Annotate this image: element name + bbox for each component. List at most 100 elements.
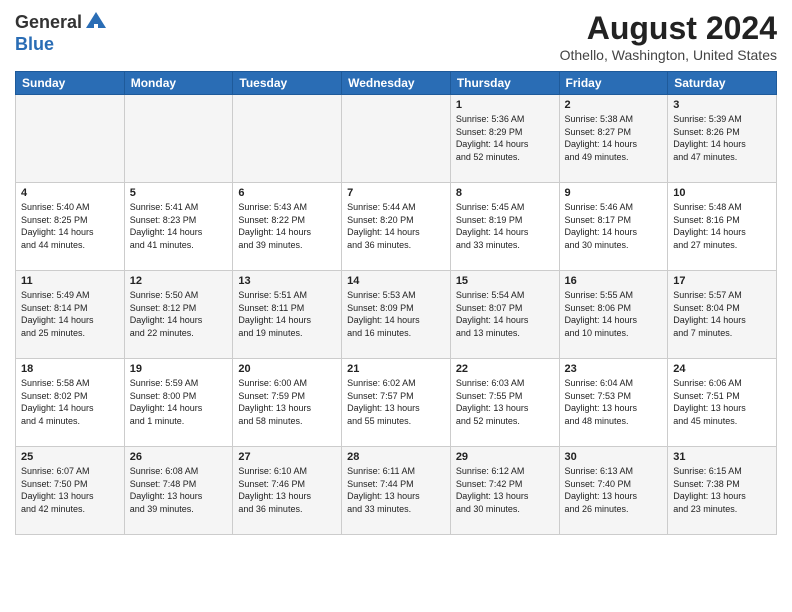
day-number: 15	[456, 275, 554, 287]
main-title: August 2024	[560, 10, 777, 47]
day-cell: 1 Sunrise: 5:36 AM Sunset: 8:29 PM Daylig…	[450, 95, 559, 183]
day-info: Sunrise: 5:55 AM Sunset: 8:06 PM Dayligh…	[565, 289, 663, 339]
day-cell: 8 Sunrise: 5:45 AM Sunset: 8:19 PM Daylig…	[450, 183, 559, 271]
title-block: August 2024 Othello, Washington, United …	[560, 10, 777, 63]
day-cell: 12 Sunrise: 5:50 AM Sunset: 8:12 PM Dayli…	[124, 271, 233, 359]
header: General Blue August 2024 Othello, Washin…	[15, 10, 777, 63]
day-number: 28	[347, 451, 445, 463]
day-info: Sunrise: 6:03 AM Sunset: 7:55 PM Dayligh…	[456, 377, 554, 427]
day-info: Sunrise: 5:54 AM Sunset: 8:07 PM Dayligh…	[456, 289, 554, 339]
day-info: Sunrise: 5:58 AM Sunset: 8:02 PM Dayligh…	[21, 377, 119, 427]
day-number: 10	[673, 187, 771, 199]
day-number: 7	[347, 187, 445, 199]
day-number: 4	[21, 187, 119, 199]
day-cell	[342, 95, 451, 183]
day-info: Sunrise: 5:57 AM Sunset: 8:04 PM Dayligh…	[673, 289, 771, 339]
day-info: Sunrise: 6:12 AM Sunset: 7:42 PM Dayligh…	[456, 465, 554, 515]
day-cell: 31Sunrise: 6:15 AM Sunset: 7:38 PM Dayli…	[668, 447, 777, 535]
day-number: 22	[456, 363, 554, 375]
day-number: 21	[347, 363, 445, 375]
day-number: 9	[565, 187, 663, 199]
day-cell: 9 Sunrise: 5:46 AM Sunset: 8:17 PM Daylig…	[559, 183, 668, 271]
week-row-3: 11 Sunrise: 5:49 AM Sunset: 8:14 PM Dayli…	[16, 271, 777, 359]
page: General Blue August 2024 Othello, Washin…	[0, 0, 792, 612]
day-number: 27	[238, 451, 336, 463]
weekday-header-row: SundayMondayTuesdayWednesdayThursdayFrid…	[16, 72, 777, 95]
weekday-sunday: Sunday	[16, 72, 125, 95]
day-info: Sunrise: 6:06 AM Sunset: 7:51 PM Dayligh…	[673, 377, 771, 427]
logo-general-text: General	[15, 12, 82, 33]
day-info: Sunrise: 5:40 AM Sunset: 8:25 PM Dayligh…	[21, 201, 119, 251]
day-number: 5	[130, 187, 228, 199]
day-info: Sunrise: 5:48 AM Sunset: 8:16 PM Dayligh…	[673, 201, 771, 251]
day-info: Sunrise: 6:00 AM Sunset: 7:59 PM Dayligh…	[238, 377, 336, 427]
day-number: 8	[456, 187, 554, 199]
day-info: Sunrise: 5:39 AM Sunset: 8:26 PM Dayligh…	[673, 113, 771, 163]
day-cell: 15 Sunrise: 5:54 AM Sunset: 8:07 PM Dayli…	[450, 271, 559, 359]
day-number: 25	[21, 451, 119, 463]
day-info: Sunrise: 5:53 AM Sunset: 8:09 PM Dayligh…	[347, 289, 445, 339]
day-info: Sunrise: 5:45 AM Sunset: 8:19 PM Dayligh…	[456, 201, 554, 251]
day-cell: 27 Sunrise: 6:10 AM Sunset: 7:46 PM Dayli…	[233, 447, 342, 535]
day-number: 14	[347, 275, 445, 287]
day-number: 2	[565, 99, 663, 111]
day-cell: 24 Sunrise: 6:06 AM Sunset: 7:51 PM Dayli…	[668, 359, 777, 447]
week-row-4: 18 Sunrise: 5:58 AM Sunset: 8:02 PM Dayli…	[16, 359, 777, 447]
day-info: Sunrise: 5:43 AM Sunset: 8:22 PM Dayligh…	[238, 201, 336, 251]
weekday-friday: Friday	[559, 72, 668, 95]
day-cell: 5Sunrise: 5:41 AM Sunset: 8:23 PM Daylig…	[124, 183, 233, 271]
day-cell: 14 Sunrise: 5:53 AM Sunset: 8:09 PM Dayli…	[342, 271, 451, 359]
day-number: 13	[238, 275, 336, 287]
day-number: 24	[673, 363, 771, 375]
day-info: Sunrise: 6:04 AM Sunset: 7:53 PM Dayligh…	[565, 377, 663, 427]
day-info: Sunrise: 5:46 AM Sunset: 8:17 PM Dayligh…	[565, 201, 663, 251]
day-cell: 29 Sunrise: 6:12 AM Sunset: 7:42 PM Dayli…	[450, 447, 559, 535]
day-cell: 18 Sunrise: 5:58 AM Sunset: 8:02 PM Dayli…	[16, 359, 125, 447]
day-number: 26	[130, 451, 228, 463]
subtitle: Othello, Washington, United States	[560, 47, 777, 63]
day-number: 16	[565, 275, 663, 287]
day-cell: 25 Sunrise: 6:07 AM Sunset: 7:50 PM Dayli…	[16, 447, 125, 535]
day-number: 12	[130, 275, 228, 287]
day-number: 1	[456, 99, 554, 111]
weekday-thursday: Thursday	[450, 72, 559, 95]
day-info: Sunrise: 5:51 AM Sunset: 8:11 PM Dayligh…	[238, 289, 336, 339]
day-info: Sunrise: 6:10 AM Sunset: 7:46 PM Dayligh…	[238, 465, 336, 515]
day-number: 19	[130, 363, 228, 375]
day-cell: 30Sunrise: 6:13 AM Sunset: 7:40 PM Dayli…	[559, 447, 668, 535]
day-info: Sunrise: 6:08 AM Sunset: 7:48 PM Dayligh…	[130, 465, 228, 515]
week-row-1: 1 Sunrise: 5:36 AM Sunset: 8:29 PM Daylig…	[16, 95, 777, 183]
day-cell: 28 Sunrise: 6:11 AM Sunset: 7:44 PM Dayli…	[342, 447, 451, 535]
day-number: 31	[673, 451, 771, 463]
day-cell: 26 Sunrise: 6:08 AM Sunset: 7:48 PM Dayli…	[124, 447, 233, 535]
day-info: Sunrise: 6:13 AM Sunset: 7:40 PM Dayligh…	[565, 465, 663, 515]
day-number: 20	[238, 363, 336, 375]
day-cell: 6Sunrise: 5:43 AM Sunset: 8:22 PM Daylig…	[233, 183, 342, 271]
day-cell: 16 Sunrise: 5:55 AM Sunset: 8:06 PM Dayli…	[559, 271, 668, 359]
day-cell	[16, 95, 125, 183]
weekday-monday: Monday	[124, 72, 233, 95]
day-cell: 13 Sunrise: 5:51 AM Sunset: 8:11 PM Dayli…	[233, 271, 342, 359]
day-cell: 10 Sunrise: 5:48 AM Sunset: 8:16 PM Dayli…	[668, 183, 777, 271]
day-info: Sunrise: 6:11 AM Sunset: 7:44 PM Dayligh…	[347, 465, 445, 515]
day-info: Sunrise: 5:44 AM Sunset: 8:20 PM Dayligh…	[347, 201, 445, 251]
day-number: 29	[456, 451, 554, 463]
day-cell: 20 Sunrise: 6:00 AM Sunset: 7:59 PM Dayli…	[233, 359, 342, 447]
weekday-saturday: Saturday	[668, 72, 777, 95]
day-cell: 19 Sunrise: 5:59 AM Sunset: 8:00 PM Dayli…	[124, 359, 233, 447]
day-number: 11	[21, 275, 119, 287]
day-info: Sunrise: 5:36 AM Sunset: 8:29 PM Dayligh…	[456, 113, 554, 163]
logo-blue-text: Blue	[15, 34, 54, 55]
day-cell: 7 Sunrise: 5:44 AM Sunset: 8:20 PM Daylig…	[342, 183, 451, 271]
day-cell: 17Sunrise: 5:57 AM Sunset: 8:04 PM Dayli…	[668, 271, 777, 359]
day-number: 3	[673, 99, 771, 111]
day-info: Sunrise: 6:07 AM Sunset: 7:50 PM Dayligh…	[21, 465, 119, 515]
day-number: 18	[21, 363, 119, 375]
weekday-wednesday: Wednesday	[342, 72, 451, 95]
logo: General Blue	[15, 10, 108, 55]
day-cell: 23Sunrise: 6:04 AM Sunset: 7:53 PM Dayli…	[559, 359, 668, 447]
weekday-tuesday: Tuesday	[233, 72, 342, 95]
day-info: Sunrise: 5:50 AM Sunset: 8:12 PM Dayligh…	[130, 289, 228, 339]
day-info: Sunrise: 5:59 AM Sunset: 8:00 PM Dayligh…	[130, 377, 228, 427]
day-info: Sunrise: 5:49 AM Sunset: 8:14 PM Dayligh…	[21, 289, 119, 339]
